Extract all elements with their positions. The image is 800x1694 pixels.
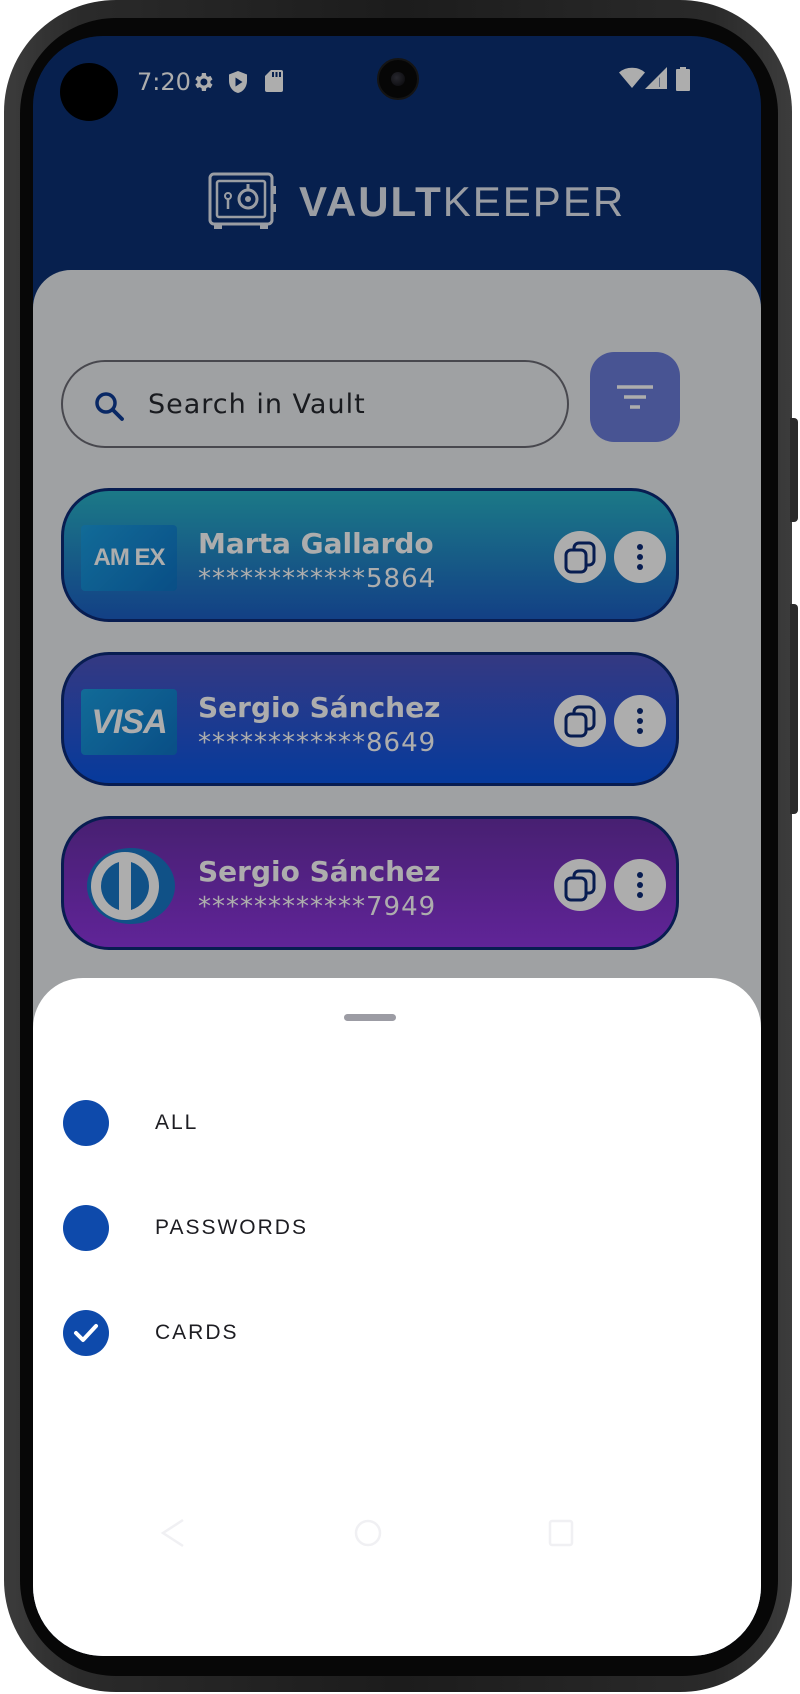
- filter-option-cards[interactable]: CARDS: [63, 1310, 663, 1358]
- screen: 7:20 VAULTKEEPER Search in Vault AM EX M…: [33, 36, 761, 1656]
- option-indicator-checked: [63, 1310, 109, 1356]
- filter-option-label: PASSWORDS: [155, 1216, 308, 1239]
- filter-option-label: CARDS: [155, 1321, 239, 1344]
- check-icon: [74, 1324, 98, 1342]
- filter-option-passwords[interactable]: PASSWORDS: [63, 1205, 663, 1253]
- drag-handle[interactable]: [344, 1014, 396, 1021]
- filter-bottom-sheet: ALL PASSWORDS CARDS: [33, 978, 761, 1656]
- phone-device: 7:20 VAULTKEEPER Search in Vault AM EX M…: [0, 0, 800, 1694]
- filter-option-label: ALL: [155, 1111, 199, 1134]
- home-nav-icon[interactable]: [353, 1518, 383, 1548]
- filter-option-all[interactable]: ALL: [63, 1100, 663, 1148]
- option-indicator: [63, 1100, 109, 1146]
- recents-nav-icon[interactable]: [547, 1518, 575, 1548]
- power-button: [790, 604, 798, 814]
- back-nav-icon[interactable]: [159, 1518, 187, 1548]
- option-indicator: [63, 1205, 109, 1251]
- volume-button: [790, 418, 798, 522]
